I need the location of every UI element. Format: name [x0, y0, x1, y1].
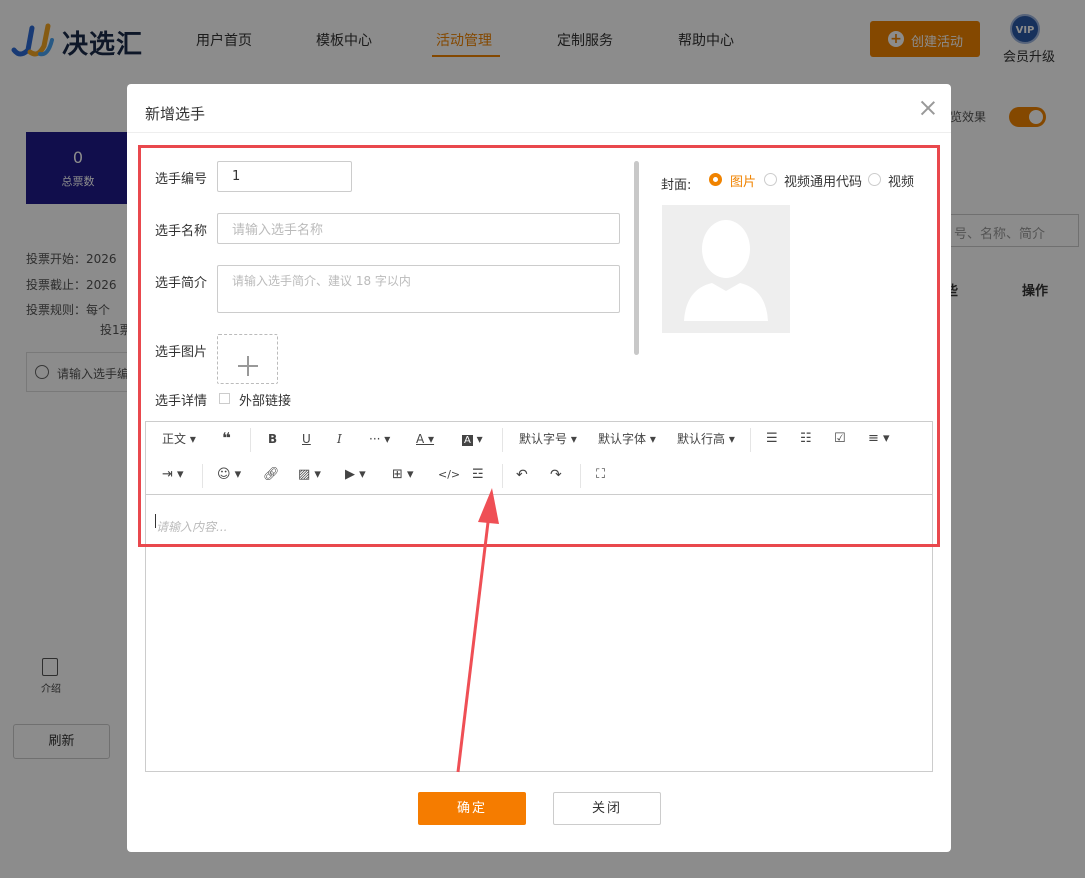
annotation-arrow-icon [456, 488, 499, 773]
